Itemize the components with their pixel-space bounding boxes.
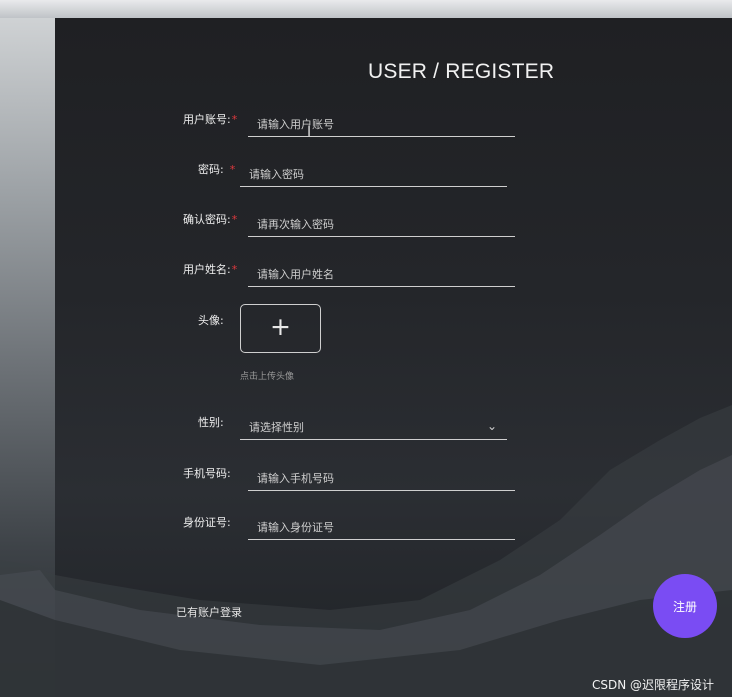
password-label-text: 密码: <box>198 163 224 176</box>
password-label: 密码: * <box>198 161 235 177</box>
existing-account-login-link[interactable]: 已有账户登录 <box>176 604 242 620</box>
confirm-password-placeholder: 请再次输入密码 <box>257 218 334 231</box>
real-name-label-text: 用户姓名: <box>183 263 231 276</box>
id-card-field[interactable]: 请输入身份证号 <box>248 513 515 540</box>
username-field[interactable]: 请输入用户账号 <box>248 110 515 137</box>
register-button-label: 注册 <box>672 599 697 614</box>
confirm-password-label: 确认密码:* <box>183 211 237 227</box>
avatar-label: 头像: <box>198 314 224 327</box>
text-cursor-icon: I <box>307 124 312 140</box>
chevron-down-icon: ⌄ <box>486 419 497 433</box>
password-field[interactable]: 请输入密码 <box>240 160 507 187</box>
required-mark: * <box>229 163 236 176</box>
gender-placeholder: 请选择性别 <box>249 421 304 434</box>
phone-placeholder: 请输入手机号码 <box>257 472 334 485</box>
username-label: 用户账号:* <box>183 111 237 127</box>
gender-select[interactable]: 请选择性别 ⌄ <box>240 413 507 440</box>
id-card-placeholder: 请输入身份证号 <box>257 521 334 534</box>
avatar-upload-hint: 点击上传头像 <box>240 372 295 382</box>
csdn-watermark: CSDN @迟限程序设计 <box>592 678 715 692</box>
real-name-label: 用户姓名:* <box>183 261 237 277</box>
password-placeholder: 请输入密码 <box>249 168 304 181</box>
username-placeholder: 请输入用户账号 <box>257 118 334 131</box>
required-mark: * <box>231 113 238 126</box>
confirm-password-label-text: 确认密码: <box>183 213 231 226</box>
browser-top-bar <box>0 0 732 18</box>
real-name-field[interactable]: 请输入用户姓名 <box>248 260 515 287</box>
required-mark: * <box>231 263 238 276</box>
page-title: USER / REGISTER <box>368 60 555 83</box>
id-card-label: 身份证号: <box>183 516 231 529</box>
confirm-password-field[interactable]: 请再次输入密码 <box>248 210 515 237</box>
plus-icon: + <box>270 312 291 341</box>
required-mark: * <box>231 213 238 226</box>
register-button[interactable]: 注册 <box>653 574 717 638</box>
real-name-placeholder: 请输入用户姓名 <box>257 268 334 281</box>
phone-field[interactable]: 请输入手机号码 <box>248 464 515 491</box>
gender-label: 性别: <box>198 416 224 429</box>
background-scenery <box>0 18 55 697</box>
phone-label: 手机号码: <box>183 467 231 480</box>
avatar-upload-button[interactable]: + <box>240 304 321 353</box>
username-label-text: 用户账号: <box>183 113 231 126</box>
